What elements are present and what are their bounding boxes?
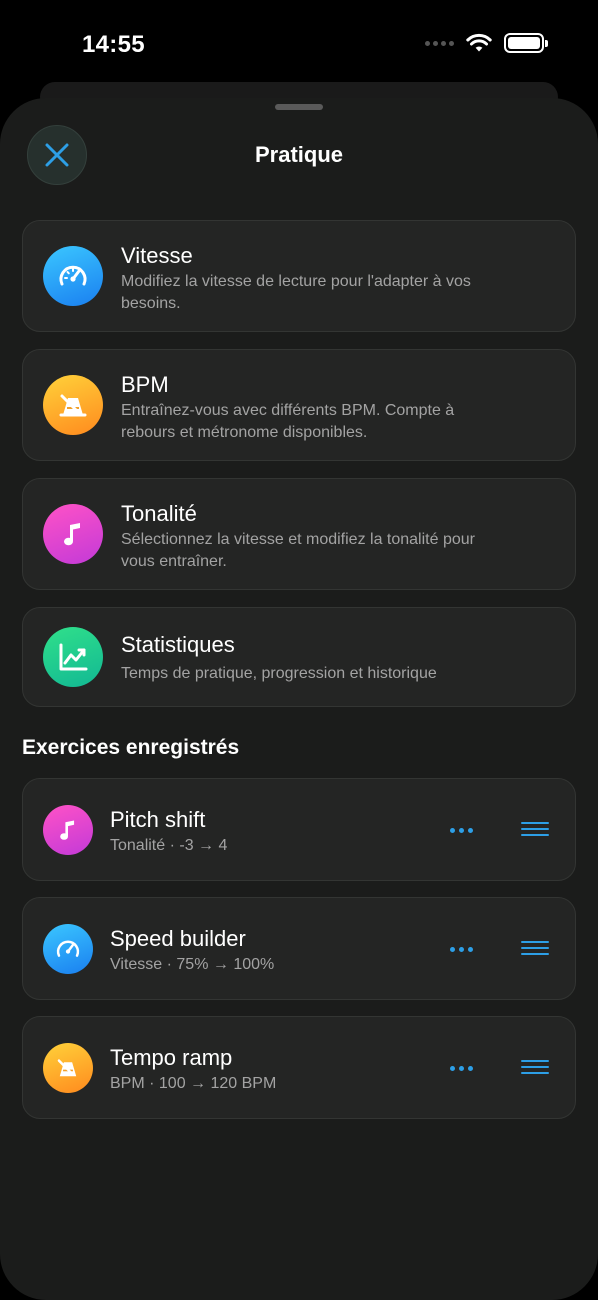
drag-handle-icon[interactable] [521,815,549,843]
feature-title: Vitesse [121,243,193,268]
feature-card-vitesse[interactable]: Vitesse Modifiez la vitesse de lecture p… [22,220,576,332]
chart-line-icon [43,627,103,687]
feature-card-statistiques[interactable]: Statistiques Temps de pratique, progress… [22,607,576,707]
status-time: 14:55 [82,31,145,58]
saved-exercise-speed-builder[interactable]: Speed builder Vitesse · 75% → 100% [22,897,576,1000]
exercise-subtitle: BPM · 100 → 120 BPM [110,1075,277,1092]
music-note-icon [43,504,103,564]
exercise-subtitle: Vitesse · 75% → 100% [110,956,275,973]
feature-description: Entraînez-vous avec différents BPM. Comp… [121,402,455,441]
more-options-button[interactable] [443,815,479,845]
exercise-title: Tempo ramp [110,1045,233,1070]
exercise-title: Pitch shift [110,807,206,832]
metronome-icon [43,1043,93,1093]
feature-description: Temps de pratique, progression et histor… [121,665,437,682]
exercise-title: Speed builder [110,926,246,951]
feature-card-tonalite[interactable]: Tonalité Sélectionnez la vitesse et modi… [22,478,576,590]
cellular-signal-icon [425,40,454,46]
feature-title: Tonalité [121,501,197,526]
practice-sheet: Pratique Vitesse Modifiez la vitesse de … [0,98,598,1300]
music-note-icon [43,805,93,855]
status-icons [425,33,548,53]
sheet-title: Pratique [254,142,344,167]
saved-exercises-heading: Exercices enregistrés [22,736,240,759]
drag-handle-icon[interactable] [521,1053,549,1081]
saved-exercise-tempo-ramp[interactable]: Tempo ramp BPM · 100 → 120 BPM [22,1016,576,1119]
more-options-button[interactable] [443,1053,479,1083]
metronome-icon [43,375,103,435]
feature-description: Sélectionnez la vitesse et modifiez la t… [121,531,475,570]
exercise-subtitle: Tonalité · -3 → 4 [110,837,228,854]
battery-icon [504,33,548,53]
drag-handle-icon[interactable] [521,934,549,962]
sheet-grabber[interactable] [275,104,323,110]
feature-description: Modifiez la vitesse de lecture pour l'ad… [121,273,471,312]
feature-card-bpm[interactable]: BPM Entraînez-vous avec différents BPM. … [22,349,576,461]
speedometer-icon [43,246,103,306]
feature-title: BPM [121,372,169,397]
saved-exercise-pitch-shift[interactable]: Pitch shift Tonalité · -3 → 4 [22,778,576,881]
wifi-icon [466,33,492,52]
feature-title: Statistiques [121,632,235,657]
more-options-button[interactable] [443,934,479,964]
status-bar: 14:55 [0,0,598,90]
speedometer-icon [43,924,93,974]
